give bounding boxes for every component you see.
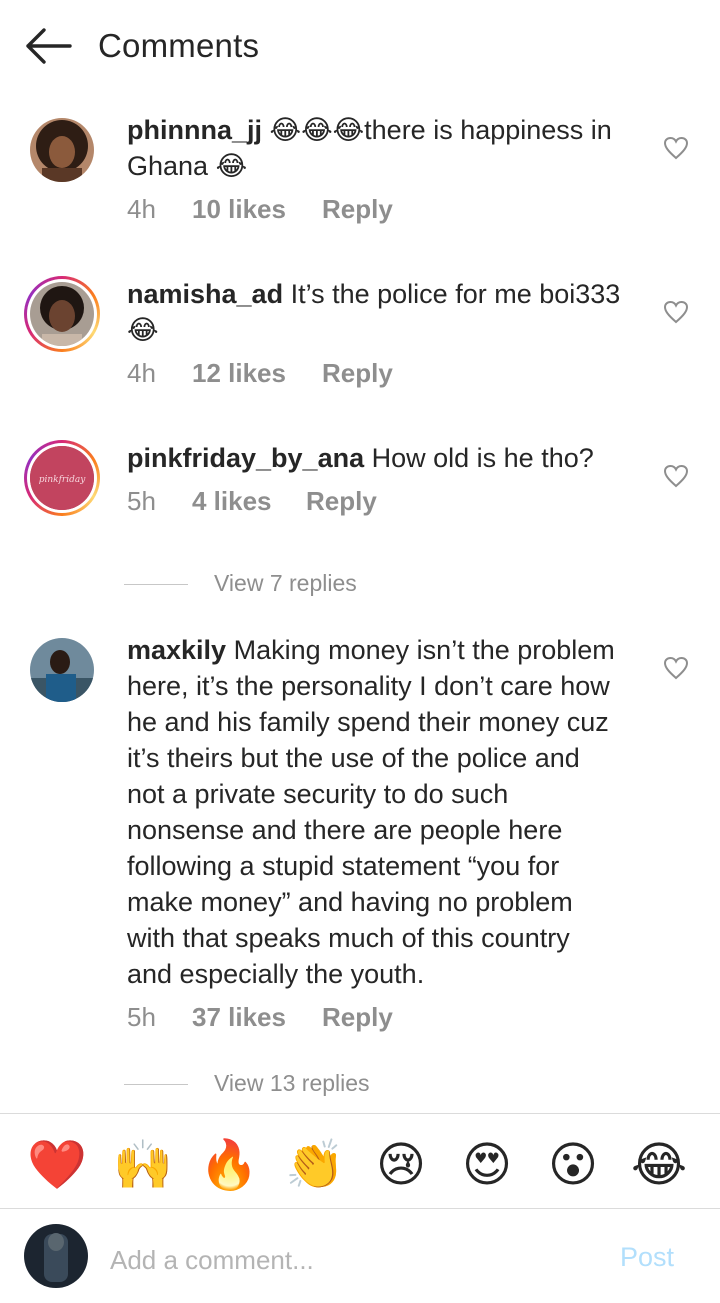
comment-text: maxkily Making money isn’t the problem h… bbox=[127, 632, 637, 992]
reply-button[interactable]: Reply bbox=[322, 358, 393, 389]
username[interactable]: namisha_ad bbox=[127, 279, 283, 309]
reply-button[interactable]: Reply bbox=[322, 1002, 393, 1033]
avatar[interactable] bbox=[30, 118, 94, 182]
username[interactable]: maxkily bbox=[127, 635, 226, 665]
like-heart-icon[interactable] bbox=[663, 656, 689, 680]
comment-likes[interactable]: 4 likes bbox=[192, 486, 306, 517]
avatar[interactable] bbox=[30, 638, 94, 702]
view-replies-button[interactable]: View 7 replies bbox=[124, 570, 357, 597]
page-title: Comments bbox=[98, 27, 260, 64]
avatar bbox=[30, 282, 94, 346]
comment-line: Ghana 😂 bbox=[127, 151, 248, 181]
comment-line: following a stupid statement “you for bbox=[127, 851, 560, 881]
comment-line: make money” and having no problem bbox=[127, 887, 573, 917]
comment-line: he and his family spend their money cuz bbox=[127, 707, 609, 737]
reply-button[interactable]: Reply bbox=[306, 486, 377, 517]
surprised-face-emoji-icon[interactable]: 😮 bbox=[543, 1136, 603, 1196]
comment-text: phinnna_jj 😂😂😂there is happiness in Ghan… bbox=[127, 112, 637, 184]
current-user-avatar bbox=[24, 1224, 88, 1288]
replies-divider bbox=[124, 584, 188, 586]
comment-line: it’s theirs but the use of the police an… bbox=[127, 743, 580, 773]
like-heart-icon[interactable] bbox=[663, 464, 689, 488]
username[interactable]: phinnna_jj bbox=[127, 115, 262, 145]
comment-text: namisha_ad It’s the police for me boi333… bbox=[127, 276, 637, 348]
crying-face-emoji-icon[interactable]: 😢 bbox=[371, 1136, 431, 1196]
story-ring[interactable]: pinkfriday bbox=[24, 440, 100, 516]
tears-of-joy-emoji-icon[interactable]: 😂 bbox=[629, 1136, 689, 1196]
like-heart-icon[interactable] bbox=[663, 136, 689, 160]
comment-meta: 5h 37 likes Reply bbox=[127, 1002, 393, 1033]
comment-line: How old is he tho? bbox=[371, 443, 594, 473]
comment-meta: 4h 12 likes Reply bbox=[127, 358, 393, 389]
comment-line: not a private security to do such bbox=[127, 779, 509, 809]
username[interactable]: pinkfriday_by_ana bbox=[127, 443, 364, 473]
comment-line: Making money isn’t the problem bbox=[233, 635, 615, 665]
heart-eyes-emoji-icon[interactable]: 😍 bbox=[457, 1136, 517, 1196]
comment-line: with that speaks much of this country bbox=[127, 923, 570, 953]
comment-meta: 4h 10 likes Reply bbox=[127, 194, 393, 225]
comment-likes[interactable]: 12 likes bbox=[192, 358, 322, 389]
comment-line: 😂 bbox=[127, 315, 159, 345]
view-replies-button[interactable]: View 13 replies bbox=[124, 1070, 370, 1097]
comment-line: here, it’s the personality I don’t care … bbox=[127, 671, 610, 701]
emoji-quick-bar: ❤️ 🙌 🔥 👏 😢 😍 😮 😂 bbox=[0, 1113, 720, 1209]
clapping-hands-emoji-icon[interactable]: 👏 bbox=[285, 1136, 345, 1196]
comment-line: 😂😂😂there is happiness in bbox=[269, 115, 612, 145]
header: Comments bbox=[0, 0, 720, 92]
comment-likes[interactable]: 37 likes bbox=[192, 1002, 322, 1033]
raising-hands-emoji-icon[interactable]: 🙌 bbox=[113, 1136, 173, 1196]
view-replies-label: View 13 replies bbox=[214, 1070, 370, 1096]
comment-time: 5h bbox=[127, 1002, 156, 1032]
heart-emoji-icon[interactable]: ❤️ bbox=[27, 1136, 87, 1196]
comment-line: It’s the police for me boi333 bbox=[290, 279, 621, 309]
replies-divider bbox=[124, 1084, 188, 1086]
comment-meta: 5h 4 likes Reply bbox=[127, 486, 377, 517]
comment-composer: Post bbox=[0, 1210, 720, 1303]
fire-emoji-icon[interactable]: 🔥 bbox=[199, 1136, 259, 1196]
reply-button[interactable]: Reply bbox=[322, 194, 393, 225]
brand-logo-text: pinkfriday bbox=[39, 475, 87, 485]
view-replies-label: View 7 replies bbox=[214, 570, 357, 596]
like-heart-icon[interactable] bbox=[663, 300, 689, 324]
comment-time: 4h bbox=[127, 194, 156, 224]
comment-likes[interactable]: 10 likes bbox=[192, 194, 322, 225]
post-button[interactable]: Post bbox=[620, 1242, 674, 1273]
avatar: pinkfriday bbox=[30, 446, 94, 510]
comment-time: 4h bbox=[127, 358, 156, 388]
comment-input[interactable] bbox=[110, 1240, 590, 1280]
back-arrow-icon[interactable] bbox=[22, 26, 74, 66]
comment-line: nonsense and there are people here bbox=[127, 815, 563, 845]
comment-time: 5h bbox=[127, 486, 156, 516]
comment-text: pinkfriday_by_ana How old is he tho? bbox=[127, 440, 637, 476]
comment-line: and especially the youth. bbox=[127, 959, 425, 989]
story-ring[interactable] bbox=[24, 276, 100, 352]
